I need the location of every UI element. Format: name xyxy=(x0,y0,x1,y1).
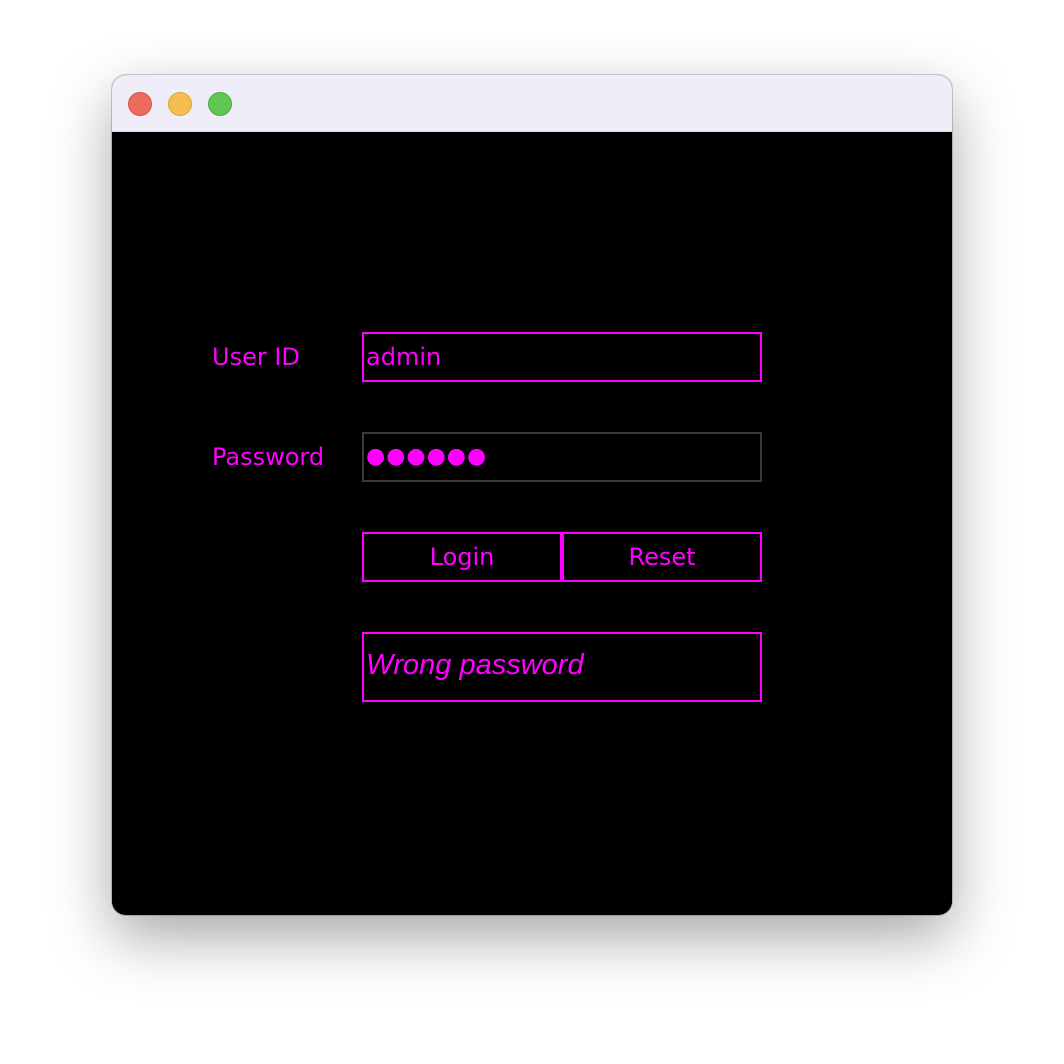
login-panel: User ID admin Password ●●●●●● Login Rese… xyxy=(112,132,952,915)
zoom-window-button[interactable] xyxy=(208,92,232,116)
app-window: User ID admin Password ●●●●●● Login Rese… xyxy=(112,75,952,915)
login-button[interactable]: Login xyxy=(362,532,562,582)
minimize-window-button[interactable] xyxy=(168,92,192,116)
close-window-button[interactable] xyxy=(128,92,152,116)
error-message: Wrong password xyxy=(362,632,762,702)
password-label: Password xyxy=(212,443,325,471)
user-id-input[interactable]: admin xyxy=(362,332,762,382)
user-id-label: User ID xyxy=(212,343,300,371)
title-bar xyxy=(112,75,952,132)
password-input[interactable]: ●●●●●● xyxy=(362,432,762,482)
reset-button[interactable]: Reset xyxy=(562,532,762,582)
